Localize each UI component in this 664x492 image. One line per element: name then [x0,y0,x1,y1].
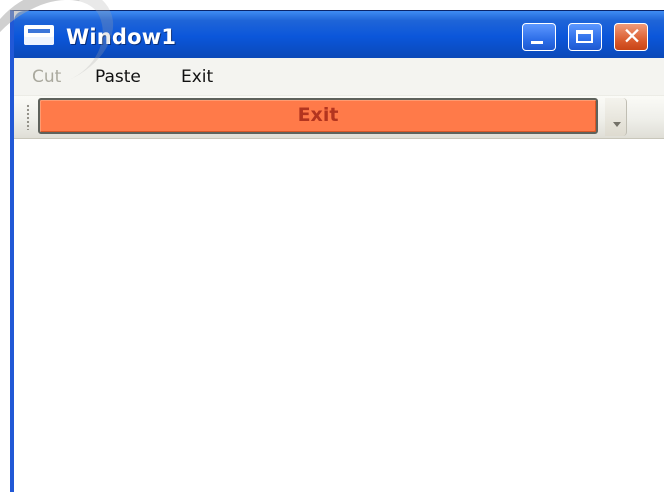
maximize-button[interactable] [568,23,602,51]
menu-cut[interactable]: Cut [32,67,61,87]
close-icon: ✕ [622,24,642,50]
minimize-icon [531,41,543,44]
grip-icon[interactable] [26,104,30,130]
window-content [14,140,664,492]
window-icon [24,25,54,45]
screen: Window1 ✕ Cut Paste Exit Exit [0,0,664,492]
menu-bar: Cut Paste Exit [14,58,664,96]
exit-toolbar-button[interactable]: Exit [38,98,598,134]
window-title: Window1 [66,25,177,49]
toolbar: Exit [14,96,664,139]
minimize-button[interactable] [522,23,556,51]
close-button[interactable]: ✕ [614,23,648,51]
menu-paste[interactable]: Paste [95,67,141,87]
application-window: Window1 ✕ Cut Paste Exit Exit [10,10,664,492]
menu-exit[interactable]: Exit [181,67,213,87]
title-bar: Window1 ✕ [14,11,664,58]
maximize-icon [576,30,593,43]
chevron-down-icon[interactable] [605,98,627,136]
